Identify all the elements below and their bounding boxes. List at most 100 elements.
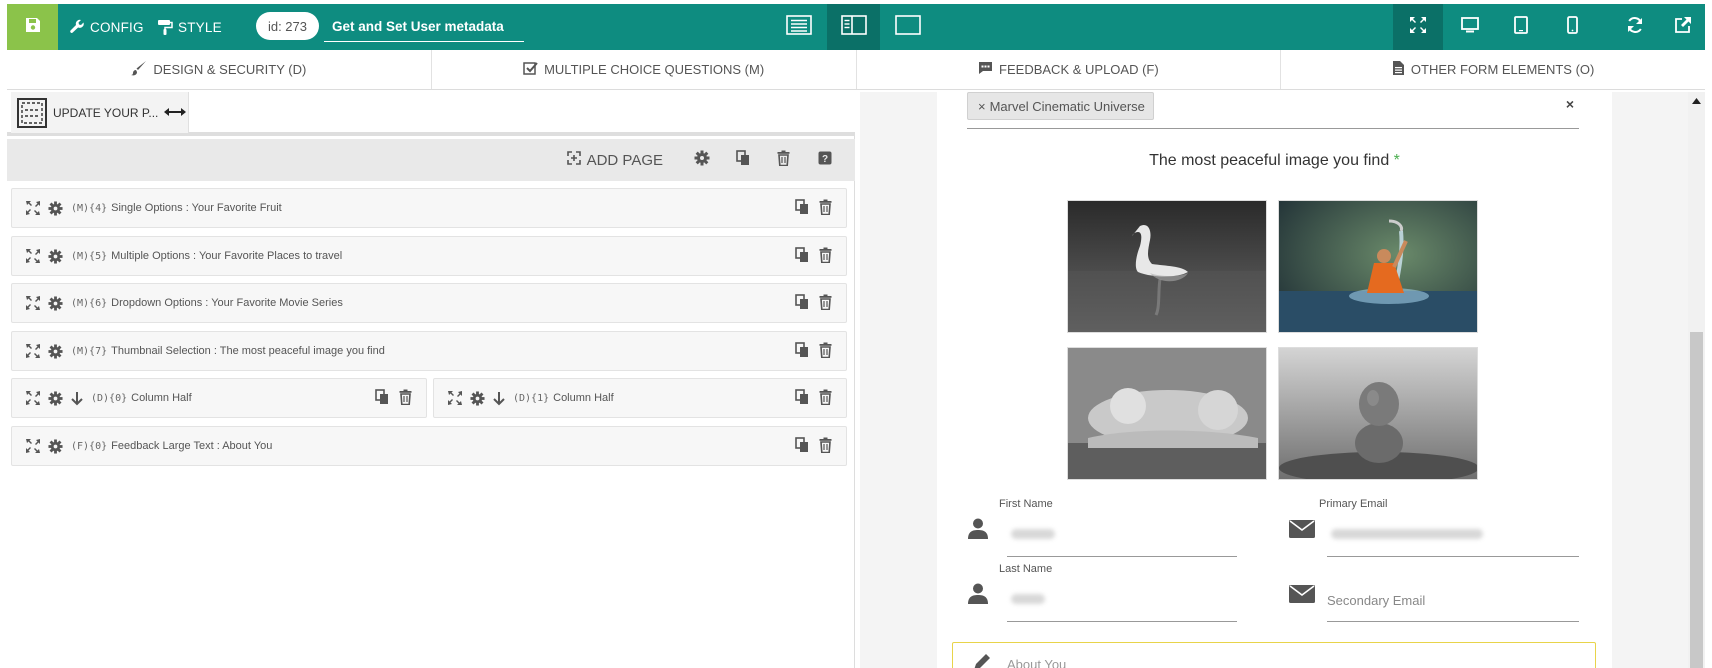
copy-icon[interactable] [795,436,809,456]
trash-icon[interactable] [819,199,832,218]
form-builder-panel: UPDATE YOUR P... ADD PAGE ? (M){4} Singl… [7,92,855,668]
secondary-email-input[interactable] [1327,621,1579,622]
horizontal-arrows-icon[interactable] [164,106,187,120]
clear-selection-button[interactable]: × [1566,96,1574,112]
tag-remove-button[interactable]: × [978,99,986,114]
primary-email-input[interactable] [1327,556,1579,557]
expand-arrows-icon [1409,16,1427,39]
mobile-icon [1566,15,1578,39]
tab-label: OTHER FORM ELEMENTS (O) [1410,62,1595,77]
page-delete-button[interactable] [763,150,804,171]
trash-icon[interactable] [399,389,412,408]
required-mark: * [1393,152,1400,169]
copy-icon[interactable] [795,341,809,361]
stacked-stones-image[interactable] [1278,347,1478,480]
form-preview-panel: × Marvel Cinematic Universe × The most p… [860,92,1705,668]
movie-series-select[interactable]: × Marvel Cinematic Universe × [967,92,1579,129]
last-name-value [1011,594,1045,604]
about-you-textarea[interactable]: About You [952,642,1596,668]
page-settings-button[interactable] [681,150,722,171]
mobile-view-button[interactable] [1550,4,1594,50]
column-half-row[interactable]: (D){0} Column Half [11,378,427,418]
trash-icon[interactable] [819,389,832,408]
copy-icon[interactable] [795,293,809,313]
first-name-input[interactable] [1007,556,1237,557]
comment-icon [978,61,993,78]
column-half-row[interactable]: (D){1} Column Half [433,378,847,418]
element-code: (F){0} [71,440,108,452]
form-element-row[interactable]: (M){5} Multiple Options : Your Favorite … [11,236,847,276]
tab-multiple-choice[interactable]: MULTIPLE CHOICE QUESTIONS (M) [432,50,857,89]
open-external-button[interactable] [1663,4,1703,50]
preview-layout-button[interactable] [883,4,933,50]
tab-feedback-upload[interactable]: FEEDBACK & UPLOAD (F) [857,50,1282,89]
move-icon[interactable] [26,439,40,453]
sleeping-baby-image[interactable] [1067,347,1267,480]
move-icon[interactable] [26,344,40,358]
move-icon[interactable] [26,391,40,405]
swan-image[interactable] [1067,200,1267,333]
scrollbar-thumb[interactable] [1690,332,1703,668]
element-label: Feedback Large Text : About You [111,440,273,452]
gear-icon[interactable] [48,343,63,359]
tab-design-security[interactable]: DESIGN & SECURITY (D) [7,50,432,89]
trash-icon[interactable] [819,437,832,456]
trash-icon[interactable] [819,247,832,266]
paint-roller-icon [157,19,173,35]
form-element-row[interactable]: (M){7} Thumbnail Selection : The most pe… [11,331,847,371]
blank-layout-icon [895,14,921,40]
arrow-down-icon[interactable] [71,391,83,406]
gear-icon[interactable] [48,390,63,406]
move-icon[interactable] [448,391,462,405]
tab-other-elements[interactable]: OTHER FORM ELEMENTS (O) [1281,50,1705,89]
form-title-input[interactable]: Get and Set User metadata [324,12,524,42]
arrow-down-icon[interactable] [493,391,505,406]
config-button[interactable]: CONFIG [69,4,144,50]
form-element-row[interactable]: (M){4} Single Options : Your Favorite Fr… [11,188,847,228]
move-icon[interactable] [26,201,40,215]
trash-icon[interactable] [819,294,832,313]
gear-icon[interactable] [48,438,63,454]
form-element-row[interactable]: (F){0} Feedback Large Text : About You [11,426,847,466]
desktop-icon [1461,16,1479,38]
tab-label: MULTIPLE CHOICE QUESTIONS (M) [544,62,765,77]
fullscreen-button[interactable] [1393,4,1443,50]
add-square-icon [566,151,581,169]
page-tab[interactable]: UPDATE YOUR P... [11,92,189,133]
user-icon [967,582,989,609]
question-title: The most peaceful image you find * [937,152,1612,170]
add-page-button[interactable]: ADD PAGE [566,151,663,169]
split-layout-button[interactable] [827,4,880,50]
gear-icon[interactable] [48,200,63,216]
preview-scrollbar[interactable] [1688,92,1705,668]
refresh-button[interactable] [1613,4,1657,50]
page-layout-icon [17,97,47,128]
page-help-button[interactable]: ? [804,151,845,170]
element-code: (M){5} [71,250,108,262]
primary-email-value [1331,529,1483,539]
gear-icon[interactable] [48,248,63,264]
element-label: Single Options : Your Favorite Fruit [111,202,282,214]
page-duplicate-button[interactable] [722,149,763,171]
desktop-view-button[interactable] [1448,4,1492,50]
copy-icon[interactable] [375,388,389,408]
element-code: (M){6} [71,297,108,309]
gear-icon[interactable] [470,390,485,406]
user-icon [967,517,989,544]
tablet-view-button[interactable] [1499,4,1543,50]
style-button[interactable]: STYLE [157,4,222,50]
move-icon[interactable] [26,296,40,310]
copy-icon[interactable] [795,198,809,218]
last-name-input[interactable] [1007,621,1237,622]
last-name-label: Last Name [999,563,1053,575]
form-element-row[interactable]: (M){6} Dropdown Options : Your Favorite … [11,283,847,323]
move-icon[interactable] [26,249,40,263]
list-layout-button[interactable] [774,4,824,50]
save-button[interactable] [7,4,58,50]
monk-water-image[interactable] [1278,200,1478,333]
copy-icon[interactable] [795,388,809,408]
copy-icon[interactable] [795,246,809,266]
trash-icon[interactable] [819,342,832,361]
gear-icon[interactable] [48,295,63,311]
scroll-up-arrow[interactable] [1688,92,1705,110]
